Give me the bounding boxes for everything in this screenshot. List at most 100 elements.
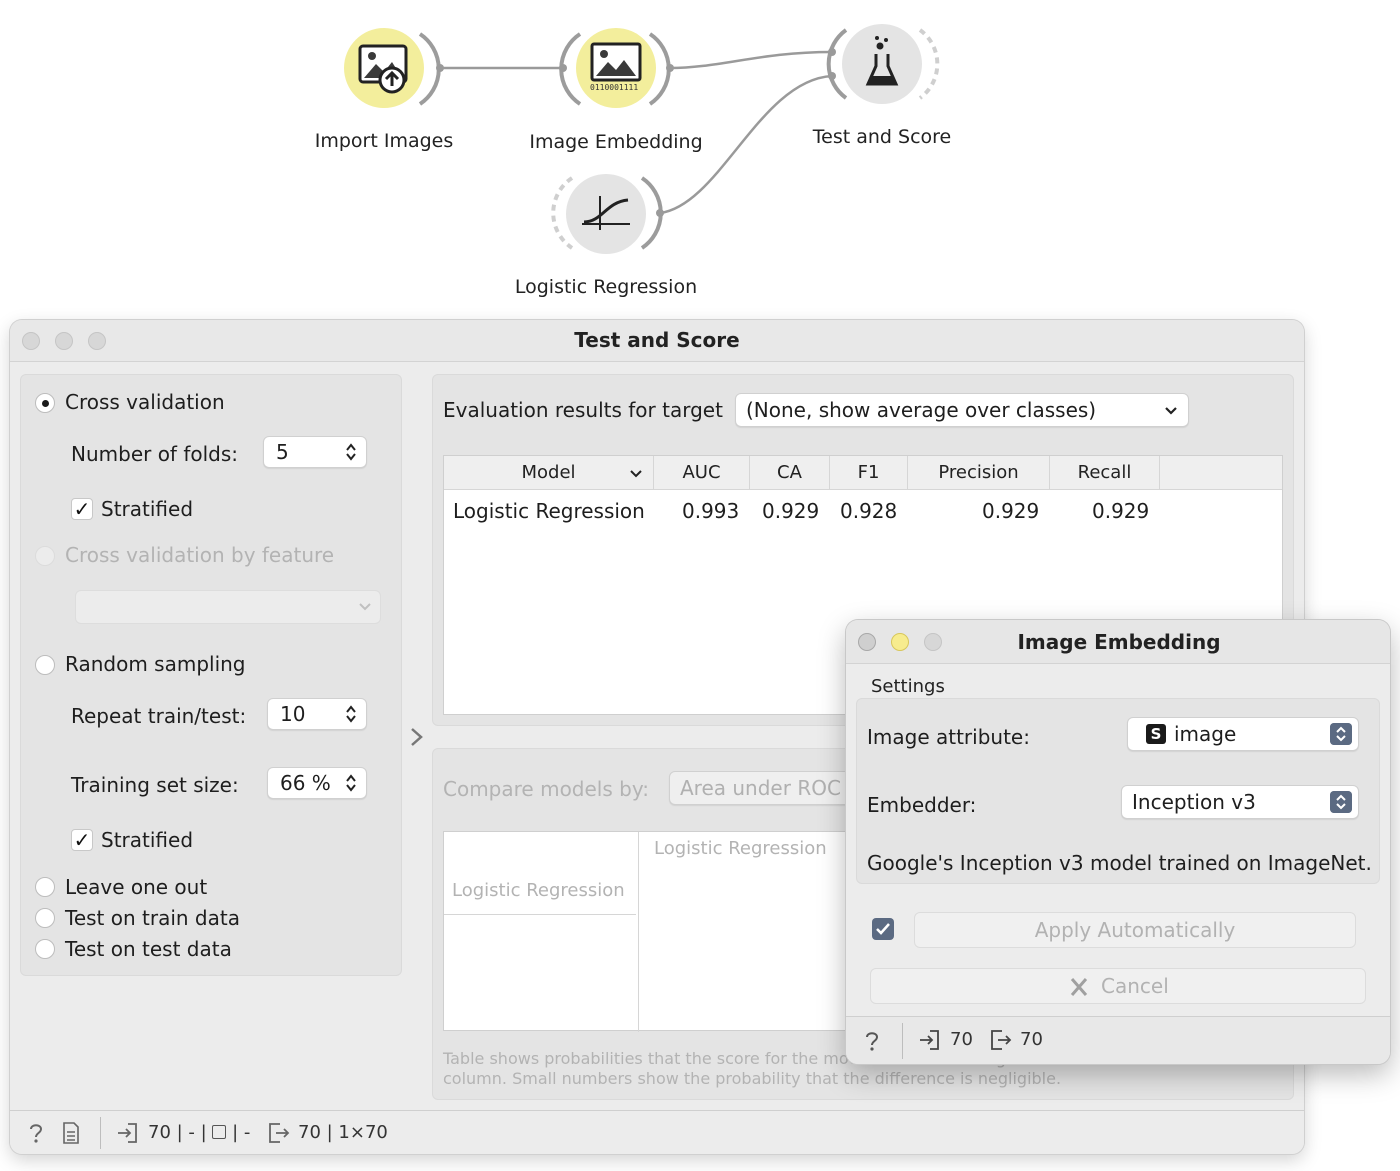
import-images-node[interactable] <box>344 28 424 108</box>
test-on-test-radio[interactable] <box>35 939 55 959</box>
header-auc[interactable]: AUC <box>654 456 750 490</box>
sampling-panel: Cross validation Number of folds: 5 ✓ St… <box>20 374 402 976</box>
chevron-down-icon <box>1165 407 1177 415</box>
spin-arrows-icon <box>346 705 356 723</box>
input-data-icon <box>920 1030 939 1050</box>
output-data-icon <box>991 1030 1012 1050</box>
cancel-x-icon <box>1070 978 1088 996</box>
link-embedding-to-score <box>669 50 833 70</box>
eval-target-label: Evaluation results for target <box>443 398 723 422</box>
folds-spinbox[interactable]: 5 <box>263 436 367 468</box>
image-attribute-dropdown[interactable]: S image <box>1127 717 1359 751</box>
header-model[interactable]: Model <box>444 456 654 490</box>
output-data-icon <box>269 1123 290 1143</box>
cv-by-feature-label: Cross validation by feature <box>65 543 335 567</box>
window-title: Image Embedding <box>1017 630 1221 654</box>
test-on-train-radio[interactable] <box>35 908 55 928</box>
header-precision[interactable]: Precision <box>908 456 1050 490</box>
footnote-line-2: column. Small numbers show the probabili… <box>443 1069 1062 1088</box>
random-sampling-label: Random sampling <box>65 652 246 676</box>
embedder-dropdown[interactable]: Inception v3 <box>1121 785 1359 819</box>
logistic-regression-node[interactable] <box>566 174 646 254</box>
chevron-right-icon[interactable] <box>408 726 426 748</box>
cell-recall: 0.929 <box>1092 499 1150 523</box>
embedding-bits: 0110001111 <box>590 83 639 92</box>
titlebar: Test and Score <box>10 320 1304 362</box>
checkmark-icon <box>876 923 890 935</box>
leave-one-out-radio[interactable] <box>35 877 55 897</box>
chevron-down-icon <box>359 603 371 611</box>
cross-validation-label: Cross validation <box>65 390 225 414</box>
compare-label: Compare models by: <box>443 777 649 801</box>
spin-arrows-icon <box>346 443 356 461</box>
image-embedding-node[interactable]: 0110001111 <box>576 28 656 108</box>
header-ca[interactable]: CA <box>750 456 830 490</box>
target-value: (None, show average over classes) <box>746 398 1097 422</box>
logistic-regression-label: Logistic Regression <box>514 276 698 298</box>
train-size-spinbox[interactable]: 66 % <box>267 767 367 799</box>
help-icon[interactable] <box>862 1029 882 1053</box>
feature-dropdown[interactable] <box>75 590 381 624</box>
apply-automatically-checkbox[interactable] <box>872 918 894 940</box>
train-size-value: 66 % <box>280 771 331 795</box>
up-down-icon <box>1330 723 1352 745</box>
output-summary: 70 | 1×70 <box>298 1122 388 1143</box>
output-count: 70 <box>1020 1029 1043 1050</box>
string-type-icon: S <box>1146 724 1166 744</box>
folds-value: 5 <box>276 440 289 464</box>
flask-icon <box>865 36 899 86</box>
test-on-train-label: Test on train data <box>65 906 240 930</box>
cell-model: Logistic Regression <box>453 499 645 523</box>
status-bar: 70 | - | | - 70 | 1×70 <box>10 1110 1304 1154</box>
image-attribute-label: Image attribute: <box>867 725 1030 749</box>
image-embedding-window: Image Embedding Settings Image attribute… <box>846 620 1390 1064</box>
stratified-checkbox-1[interactable]: ✓ <box>71 498 93 520</box>
import-images-icon <box>358 44 408 94</box>
cancel-button[interactable]: Cancel <box>870 968 1366 1004</box>
input-count: 70 <box>950 1029 973 1050</box>
stratified-checkbox-2[interactable]: ✓ <box>71 829 93 851</box>
window-title: Test and Score <box>574 328 740 352</box>
compare-column-header: Logistic Regression <box>654 838 827 859</box>
header-recall[interactable]: Recall <box>1050 456 1160 490</box>
up-down-icon <box>1330 791 1352 813</box>
stratified-label-1: Stratified <box>101 497 194 521</box>
status-bar: 70 70 <box>846 1016 1390 1064</box>
input-data-icon <box>118 1123 137 1143</box>
input-summary: 70 | - | | - <box>148 1122 251 1143</box>
settings-box: Image attribute: S image Embedder: Incep… <box>856 698 1380 884</box>
cell-f1: 0.928 <box>840 499 898 523</box>
random-sampling-radio[interactable] <box>35 655 55 675</box>
image-embedding-label: Image Embedding <box>529 131 703 153</box>
cross-validation-radio[interactable] <box>35 393 55 413</box>
settings-label: Settings <box>871 676 945 697</box>
stratified-label-2: Stratified <box>101 828 194 852</box>
help-icon[interactable] <box>26 1121 46 1145</box>
test-and-score-label: Test and Score <box>812 126 952 148</box>
target-dropdown[interactable]: (None, show average over classes) <box>735 393 1189 427</box>
workflow-canvas[interactable]: Import Images 0110001111 Image Embedding… <box>0 0 1400 318</box>
cv-by-feature-radio[interactable] <box>35 546 55 566</box>
import-images-label: Import Images <box>314 130 454 152</box>
cell-ca: 0.929 <box>762 499 820 523</box>
titlebar: Image Embedding <box>846 620 1390 664</box>
workflow-links <box>418 28 940 250</box>
chevron-down-icon <box>630 470 642 478</box>
model-icon <box>212 1125 227 1139</box>
image-attribute-value: image <box>1174 722 1237 746</box>
compare-value: Area under ROC <box>680 776 841 800</box>
folds-label: Number of folds: <box>71 442 239 466</box>
repeat-spinbox[interactable]: 10 <box>267 698 367 730</box>
test-and-score-node[interactable] <box>842 24 922 104</box>
embedder-label: Embedder: <box>867 793 977 817</box>
image-embedding-icon <box>590 42 642 82</box>
repeat-label: Repeat train/test: <box>71 704 247 728</box>
embedder-value: Inception v3 <box>1132 790 1256 814</box>
compare-row-header: Logistic Regression <box>452 880 625 901</box>
repeat-value: 10 <box>280 702 306 726</box>
cell-auc: 0.993 <box>682 499 740 523</box>
train-size-label: Training set size: <box>71 773 239 797</box>
apply-automatically-button[interactable]: Apply Automatically <box>914 912 1356 948</box>
header-f1[interactable]: F1 <box>830 456 908 490</box>
report-icon[interactable] <box>62 1121 80 1145</box>
